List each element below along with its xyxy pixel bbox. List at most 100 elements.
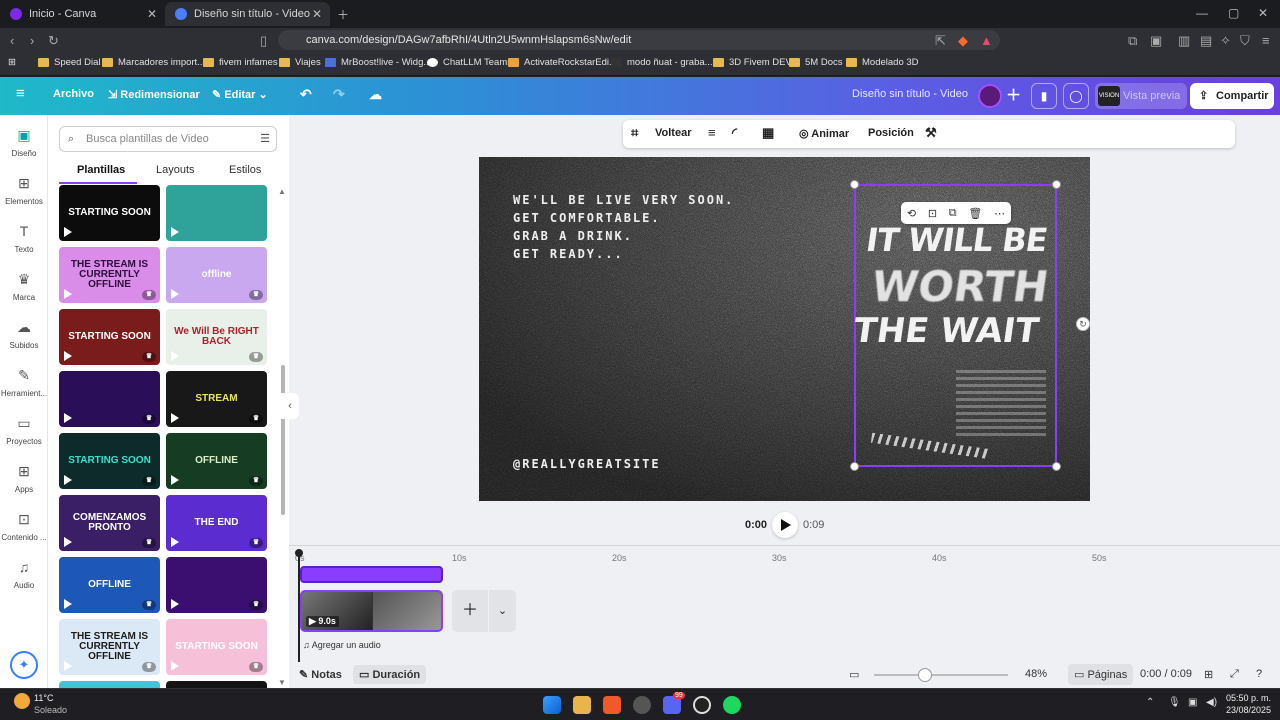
template-search-input[interactable]: ⌕ Busca plantillas de Video ☰ [59, 126, 277, 152]
editar-button[interactable]: ✎ Editar ⌄ [212, 88, 268, 101]
help-icon[interactable]: ? [1256, 668, 1262, 680]
browser-tab-design[interactable]: Diseño sin título - Video ✕ [165, 2, 330, 26]
brave-browser-icon[interactable] [603, 696, 621, 714]
resize-handle-sw[interactable] [850, 462, 859, 471]
screenshot-icon[interactable]: ▣ [1150, 33, 1162, 49]
brave-rewards-icon[interactable]: ▲ [980, 33, 993, 48]
template-thumbnail[interactable]: We Will Be RIGHT BACK ♛ [166, 309, 267, 365]
line-weight-icon[interactable]: ≡ [708, 125, 716, 140]
share-button[interactable]: ⇪ Compartir [1190, 83, 1274, 109]
template-thumbnail[interactable] [166, 185, 267, 241]
pages-button[interactable]: ▭ Páginas [1068, 664, 1134, 685]
close-tab-icon[interactable]: ✕ [312, 7, 322, 21]
template-thumbnail[interactable]: STARTING SOON [59, 185, 160, 241]
scroll-down-icon[interactable]: ▼ [278, 678, 286, 687]
back-icon[interactable]: ‹ [10, 33, 14, 48]
position-button[interactable]: Posición [868, 127, 914, 139]
app-icon[interactable] [633, 696, 651, 714]
paint-roller-icon[interactable]: ⚒ [925, 125, 937, 141]
extensions-icon[interactable]: ⧉ [1128, 33, 1137, 49]
bookmark-rockstar[interactable]: ActivateRockstarEdi... [508, 57, 617, 68]
duration-button[interactable]: ▭ Duración [353, 665, 427, 684]
rail-item-6[interactable]: ▭ Proyectos [0, 415, 48, 446]
template-thumbnail[interactable]: STREAM ♛ [166, 371, 267, 427]
template-thumbnail[interactable]: THE STREAM IS CURRENTLY OFFLINE ♛ [59, 247, 160, 303]
redimensionar-button[interactable]: ⇲ Redimensionar [108, 88, 200, 101]
archivo-button[interactable]: Archivo [53, 88, 94, 100]
zoom-level[interactable]: 48% [1025, 668, 1047, 680]
design-title[interactable]: Diseño sin título - Video [852, 88, 968, 100]
playhead-knob[interactable] [295, 549, 303, 557]
reload-icon[interactable]: ↻ [48, 33, 59, 49]
minimize-icon[interactable]: — [1196, 6, 1208, 20]
redo-icon[interactable]: ↷ [333, 86, 345, 103]
fullscreen-icon[interactable]: ⤢ [1230, 668, 1239, 681]
template-thumbnail[interactable]: ♛ [166, 557, 267, 613]
weather-sun-icon[interactable] [14, 693, 30, 709]
rotate-handle-icon[interactable]: ↻ [1076, 317, 1090, 331]
browser-tab-inicio[interactable]: Inicio - Canva ✕ [0, 2, 165, 26]
obs-icon[interactable] [693, 696, 711, 714]
template-thumbnail[interactable]: STARTING SOON ♛ [59, 309, 160, 365]
apps-grid-icon[interactable]: ⊞ [8, 57, 16, 68]
add-page-button[interactable]: ＋ [452, 590, 488, 632]
windows-start-icon[interactable] [543, 696, 561, 714]
comment-add-icon[interactable]: ⟲ [907, 207, 916, 220]
panel-scrollbar[interactable] [281, 365, 285, 515]
hamburger-menu-icon[interactable]: ≡ [16, 85, 25, 102]
close-window-icon[interactable]: ✕ [1258, 6, 1268, 20]
rail-item-4[interactable]: ☁ Subidos [0, 319, 48, 350]
template-thumbnail[interactable]: OFFLINE ♛ [59, 557, 160, 613]
bookmark-chatllm[interactable]: ChatLLM Teams [427, 57, 512, 68]
collapse-panel-icon[interactable]: ‹ [281, 393, 299, 419]
undo-icon[interactable]: ↶ [300, 86, 312, 103]
canvas-line-2[interactable]: GET COMFORTABLE. [513, 209, 734, 227]
page-options-chevron-icon[interactable]: ⌄ [489, 590, 516, 632]
tray-chevron-icon[interactable]: ⌃ [1146, 697, 1154, 708]
url-input[interactable]: canva.com/design/DAGw7afbRhI/4Utln2U5wnm… [278, 30, 1000, 50]
rail-item-3[interactable]: ♛ Marca [0, 271, 48, 302]
resize-handle-nw[interactable] [850, 180, 859, 189]
transparency-icon[interactable]: ▦ [762, 125, 774, 141]
play-button[interactable] [772, 512, 798, 538]
selected-graphic[interactable]: IT WILL BE WORTH THE WAIT ⟲ ⊡ ⧉ 🗑 ⋯ [850, 180, 1061, 471]
bookmark-imported[interactable]: Marcadores import... [102, 57, 205, 68]
template-thumbnail[interactable]: STARTING SOON ♛ [166, 619, 267, 675]
scroll-up-icon[interactable]: ▲ [278, 187, 286, 196]
canvas-line-1[interactable]: WE'LL BE LIVE VERY SOON. [513, 191, 734, 209]
close-tab-icon[interactable]: ✕ [147, 7, 157, 21]
bookmark-viajes[interactable]: Viajes [279, 57, 321, 68]
cloud-saved-icon[interactable]: ☁ [369, 87, 382, 103]
add-collaborator-icon[interactable]: ＋ [1006, 84, 1021, 105]
maximize-icon[interactable]: ▢ [1228, 6, 1239, 20]
file-explorer-icon[interactable] [573, 696, 591, 714]
bookmark-modelado[interactable]: Modelado 3D [846, 57, 919, 68]
bookmark-3d-fivem[interactable]: 3D Fivem DEV [713, 57, 792, 68]
template-thumbnail[interactable]: offline ♛ [166, 247, 267, 303]
volume-icon[interactable]: ◀) [1206, 697, 1217, 708]
zoom-slider-track[interactable] [874, 674, 1008, 676]
animate-button[interactable]: ◎ Animar [799, 127, 849, 140]
menu-icon[interactable]: ≡ [1262, 33, 1270, 48]
grid-view-icon[interactable]: ▭ [849, 668, 859, 681]
animation-track-bar[interactable] [300, 566, 443, 583]
sidebar-icon[interactable]: ▥ [1178, 33, 1190, 49]
rail-item-5[interactable]: ✎ Herramient... [0, 367, 48, 398]
canvas-line-3[interactable]: GRAB A DRINK. [513, 227, 734, 245]
lock-icon[interactable]: ⊡ [928, 207, 937, 220]
rail-item-2[interactable]: T Texto [0, 223, 48, 254]
resize-handle-se[interactable] [1052, 462, 1061, 471]
resize-handle-ne[interactable] [1052, 180, 1061, 189]
vpn-icon[interactable]: ⛉ [1240, 33, 1250, 49]
bookmark-icon[interactable]: ▯ [260, 33, 267, 49]
share-page-icon[interactable]: ⇱ [935, 33, 946, 49]
bookmark-5m-docs[interactable]: 5M Docs [789, 57, 842, 68]
crop-icon[interactable]: ⌗ [631, 125, 638, 141]
magic-sparkle-icon[interactable]: ✦ [10, 651, 38, 679]
canvas-handle[interactable]: @REALLYGREATSITE [513, 457, 661, 471]
template-thumbnail[interactable]: STARTING♛ [59, 681, 160, 688]
zoom-slider-knob[interactable] [917, 668, 932, 682]
video-clip[interactable]: ▶ 9.0s [300, 590, 443, 632]
template-thumbnail[interactable]: THE END ♛ [166, 495, 267, 551]
rail-item-0[interactable]: ▣ Diseño [0, 127, 48, 158]
